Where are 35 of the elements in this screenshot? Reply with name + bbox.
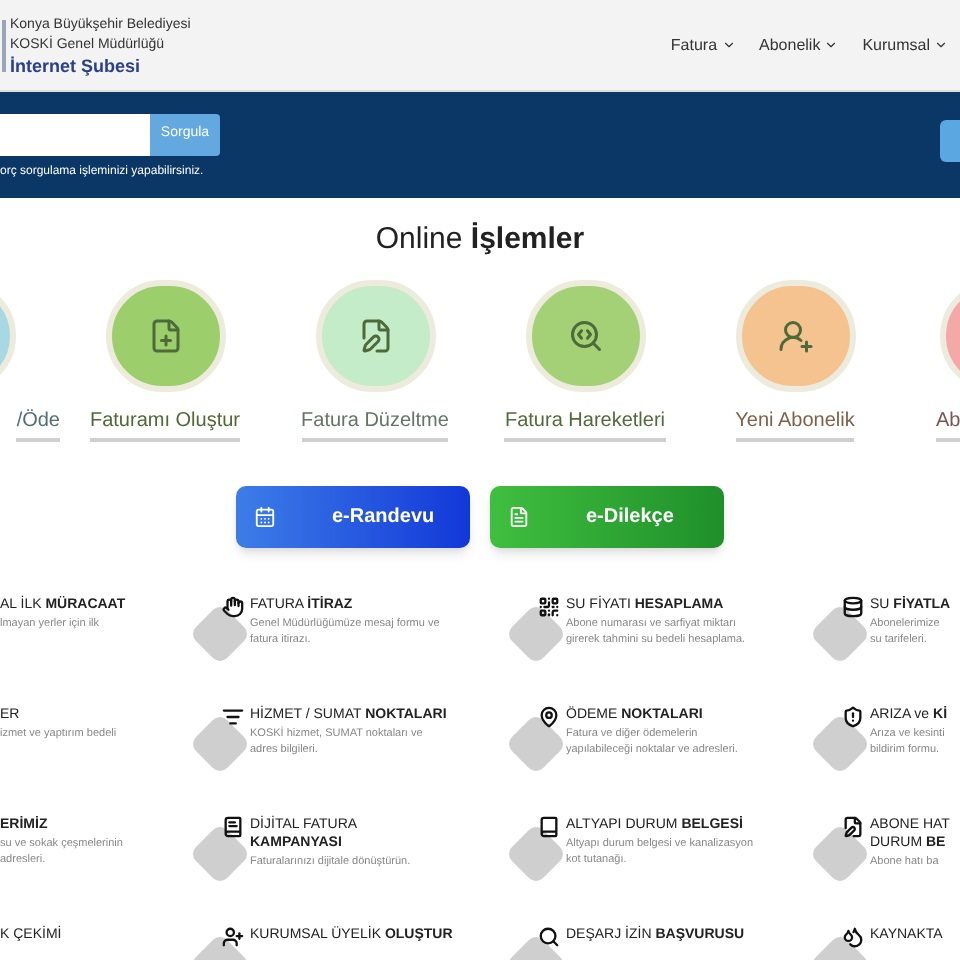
quick-action-button[interactable]: e-Randevu — [236, 485, 470, 547]
side-button[interactable] — [940, 120, 960, 162]
service-icon — [538, 925, 560, 947]
nav-menu[interactable]: Kurumsal — [862, 33, 948, 57]
service-icon — [842, 815, 864, 837]
operation-icon — [147, 317, 183, 353]
portal-name: İnternet Şubesi — [10, 55, 143, 75]
caret-icon — [721, 38, 736, 52]
calendar-icon — [254, 505, 276, 527]
caret-icon — [934, 38, 948, 52]
operation-label[interactable]: Ab — [936, 405, 960, 441]
service-icon — [842, 925, 864, 947]
operation-icon — [567, 317, 603, 353]
operation-icon — [357, 317, 393, 353]
operation-label[interactable]: /Öde — [16, 405, 60, 441]
service-icon — [222, 925, 244, 947]
document-icon — [508, 505, 530, 527]
operation-label[interactable]: Faturamı Oluştur — [89, 405, 241, 441]
service-icon — [222, 815, 244, 837]
section-title: Online İşlemler — [375, 220, 585, 260]
service-icon — [222, 705, 244, 727]
query-field[interactable] — [0, 114, 150, 156]
operation-label[interactable]: Fatura Hareketleri — [504, 405, 666, 441]
caret-icon — [824, 38, 839, 52]
service-icon — [842, 705, 864, 727]
service-icon — [538, 595, 560, 617]
nav-menu[interactable]: Abonelik — [759, 33, 839, 57]
nav-menu[interactable]: Fatura — [670, 33, 736, 57]
operation-label[interactable]: Fatura Düzeltme — [301, 405, 449, 441]
service-icon — [538, 705, 560, 727]
operation-icon — [777, 317, 813, 353]
service-icon — [842, 595, 864, 617]
service-icon — [222, 595, 244, 617]
operation-label[interactable]: Yeni Abonelik — [735, 405, 855, 441]
service-icon — [538, 815, 560, 837]
